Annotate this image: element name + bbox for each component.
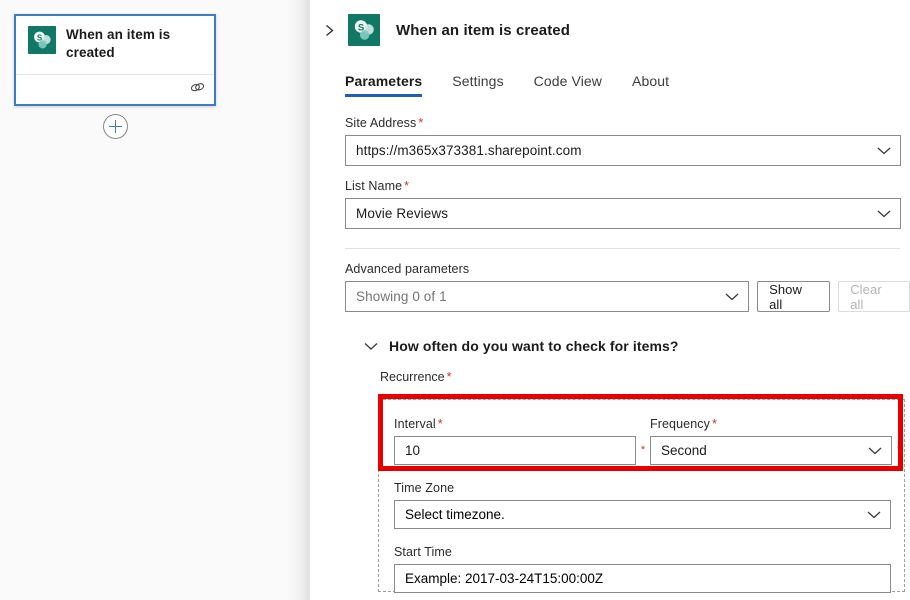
sharepoint-icon: S: [28, 26, 56, 54]
tab-parameters[interactable]: Parameters: [345, 73, 422, 97]
time-zone-select[interactable]: Select timezone.: [394, 500, 891, 529]
parameters-form: Site Address* https://m365x373381.sharep…: [310, 97, 910, 384]
chevron-down-icon[interactable]: [877, 146, 891, 155]
frequency-label-text: Frequency: [650, 417, 710, 431]
advanced-parameters-label: Advanced parameters: [345, 262, 910, 276]
add-step-button[interactable]: [103, 114, 128, 139]
trigger-card-body: S When an item is created: [16, 16, 214, 74]
time-zone-placeholder: Select timezone.: [405, 507, 505, 522]
interval-value: 10: [405, 443, 420, 458]
action-details-panel: S When an item is created Parameters Set…: [310, 0, 910, 600]
advanced-parameters-row: Showing 0 of 1 Show all Clear all: [345, 281, 910, 312]
field-interval: Interval* 10: [394, 417, 636, 465]
frequency-label: Frequency*: [650, 417, 892, 431]
app-root: S When an item is created: [0, 0, 910, 600]
chevron-down-icon[interactable]: [725, 292, 739, 301]
recurrence-label: Recurrence*: [380, 370, 910, 384]
panel-tabs: Parameters Settings Code View About: [310, 67, 910, 97]
site-address-value: https://m365x373381.sharepoint.com: [356, 143, 582, 158]
tab-about[interactable]: About: [632, 73, 669, 97]
field-start-time: Start Time Example: 2017-03-24T15:00:00Z: [379, 529, 906, 593]
site-address-label-text: Site Address: [345, 116, 416, 130]
show-all-button[interactable]: Show all: [757, 281, 830, 312]
interval-label: Interval*: [394, 417, 636, 431]
site-address-input[interactable]: https://m365x373381.sharepoint.com: [345, 135, 901, 166]
site-address-label: Site Address*: [345, 116, 910, 130]
required-asterisk: *: [418, 116, 423, 130]
list-name-label: List Name*: [345, 179, 910, 193]
required-asterisk: *: [447, 370, 452, 384]
start-time-placeholder: Example: 2017-03-24T15:00:00Z: [405, 571, 603, 586]
flow-designer-canvas: S When an item is created: [0, 0, 310, 600]
required-asterisk: *: [712, 417, 717, 431]
panel-title: When an item is created: [396, 22, 570, 39]
chevron-down-icon[interactable]: [364, 342, 378, 351]
trigger-card-footer: [16, 74, 214, 104]
recurrence-columns: Interval* 10 * Frequency* Second: [379, 417, 906, 465]
tab-settings[interactable]: Settings: [452, 73, 503, 97]
panel-edge-shadow: [288, 0, 310, 600]
panel-header: S When an item is created: [310, 0, 910, 46]
field-time-zone: Time Zone Select timezone.: [379, 465, 906, 529]
interval-input[interactable]: 10: [394, 436, 636, 465]
trigger-card-title: When an item is created: [66, 26, 204, 62]
interval-label-text: Interval: [394, 417, 436, 431]
trigger-card[interactable]: S When an item is created: [14, 14, 216, 106]
svg-text:S: S: [358, 23, 364, 34]
link-icon[interactable]: [190, 81, 205, 99]
frequency-required-asterisk: *: [892, 444, 906, 465]
clear-all-button: Clear all: [838, 281, 910, 312]
field-advanced-parameters: Advanced parameters Showing 0 of 1 Show …: [345, 262, 910, 312]
chevron-down-icon[interactable]: [877, 209, 891, 218]
form-divider: [345, 248, 900, 249]
chevron-down-icon[interactable]: [868, 446, 882, 455]
field-list-name: List Name* Movie Reviews: [345, 179, 910, 229]
start-time-input[interactable]: Example: 2017-03-24T15:00:00Z: [394, 564, 891, 593]
tab-code-view[interactable]: Code View: [534, 73, 602, 97]
field-frequency: Frequency* Second: [650, 417, 892, 465]
interval-required-asterisk: *: [636, 444, 650, 465]
list-name-value: Movie Reviews: [356, 206, 448, 221]
frequency-select[interactable]: Second: [650, 436, 892, 465]
field-site-address: Site Address* https://m365x373381.sharep…: [345, 116, 910, 166]
advanced-parameters-value: Showing 0 of 1: [356, 289, 447, 304]
chevron-down-icon[interactable]: [867, 510, 881, 519]
recurrence-label-text: Recurrence: [380, 370, 445, 384]
required-asterisk: *: [404, 179, 409, 193]
recurrence-fields: Interval* 10 * Frequency* Second: [379, 400, 906, 593]
list-name-input[interactable]: Movie Reviews: [345, 198, 901, 229]
sharepoint-icon: S: [348, 14, 380, 46]
svg-text:S: S: [37, 34, 43, 43]
frequency-value: Second: [661, 443, 707, 458]
start-time-label: Start Time: [394, 545, 906, 559]
recurrence-group-container: Interval* 10 * Frequency* Second: [378, 399, 905, 592]
plus-icon-vertical: [115, 120, 117, 133]
time-zone-label: Time Zone: [394, 481, 906, 495]
list-name-label-text: List Name: [345, 179, 402, 193]
chevron-right-icon[interactable]: [320, 21, 338, 39]
recurrence-section-toggle[interactable]: How often do you want to check for items…: [364, 338, 910, 354]
advanced-parameters-select[interactable]: Showing 0 of 1: [345, 281, 749, 312]
recurrence-section-title: How often do you want to check for items…: [389, 338, 679, 354]
required-asterisk: *: [438, 417, 443, 431]
